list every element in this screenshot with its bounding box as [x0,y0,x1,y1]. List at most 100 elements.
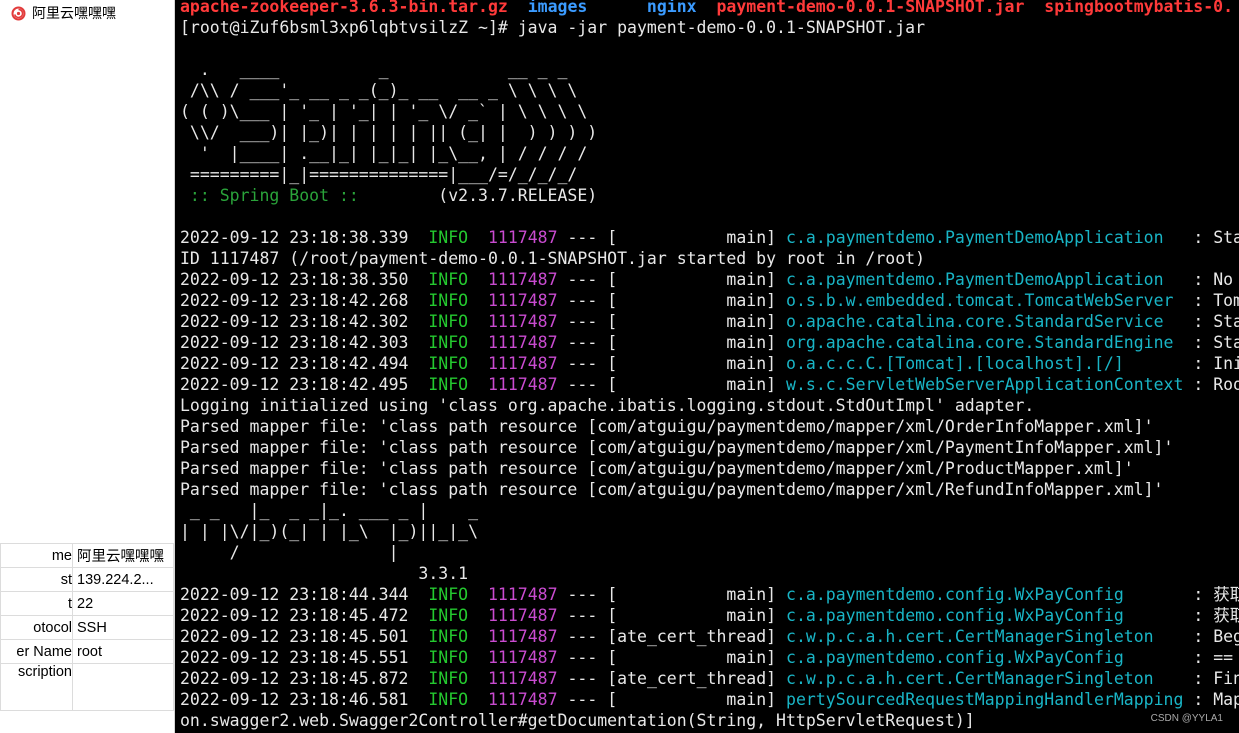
log-line-plain: on.swagger2.web.Swagger2Controller#getDo… [180,711,975,730]
property-value: root [72,639,174,664]
session-item[interactable]: 阿里云嘿嘿嘿 [11,3,116,23]
log-pid: 1117487 [487,627,558,646]
log-line: 2022-09-12 23:18:42.303 INFO 1117487 ---… [180,332,1239,353]
shell-prompt-line: [root@iZuf6bsml3xp6lqbtvsilzZ ~]# java -… [180,18,926,37]
spring-banner-line: . ____ _ __ _ _ [180,60,568,79]
log-thread: [ main] [607,270,777,289]
log-message: : Sta [1183,312,1239,331]
log-separator: --- [557,228,608,247]
spring-boot-version: (v2.3.7.RELEASE) [368,186,598,205]
listing-file: payment-demo-0.0.1-SNAPSHOT.jar [716,0,1025,16]
terminal-pane[interactable]: apache-zookeeper-3.6.3-bin.tar.gz images… [175,0,1239,733]
log-timestamp: 2022-09-12 23:18:45.551 [180,648,409,667]
log-logger: c.a.paymentdemo.PaymentDemoApplication [786,228,1184,247]
log-line: 2022-09-12 23:18:42.302 INFO 1117487 ---… [180,311,1239,332]
log-logger: c.a.paymentdemo.config.WxPayConfig [786,648,1184,667]
spring-banner-line: /\\ / ___'_ __ _ _(_)_ __ __ _ \ \ \ \ [180,81,578,100]
property-key: er Name [16,643,72,660]
log-line: 2022-09-12 23:18:42.495 INFO 1117487 ---… [180,374,1239,395]
mybatis-version-line: 3.3.1 [180,564,469,583]
log-thread: [ main] [607,585,777,604]
log-level: INFO [428,669,469,688]
log-separator: --- [557,669,608,688]
property-value: 阿里云嘿嘿嘿 [72,543,174,568]
log-separator: --- [557,690,608,709]
property-key: scription [18,664,72,681]
log-pid: 1117487 [487,312,558,331]
spring-banner-line: ' |____| .__|_| |_|_| |_\__, | / / / / [180,144,588,163]
log-message: : Sta [1183,228,1239,247]
listing-dir: images [527,0,588,16]
log-message: : Map [1183,690,1239,709]
log-level: INFO [428,354,469,373]
log-separator: --- [557,606,608,625]
log-line: 2022-09-12 23:18:45.551 INFO 1117487 ---… [180,647,1233,668]
property-row: st 139.224.2... [0,567,174,592]
log-pid: 1117487 [487,333,558,352]
log-logger: o.apache.catalina.core.StandardService [786,312,1184,331]
log-pid: 1117487 [487,585,558,604]
spring-boot-label: :: Spring Boot :: [180,186,369,205]
log-level: INFO [428,312,469,331]
spring-banner-line: ( ( )\___ | '_ | '_| | '_ \/ _` | \ \ \ … [180,102,588,121]
property-value: 22 [72,591,174,616]
log-thread: [ate_cert_thread] [607,669,777,688]
log-logger: c.a.paymentdemo.config.WxPayConfig [786,585,1184,604]
log-separator: --- [557,333,608,352]
log-timestamp: 2022-09-12 23:18:42.495 [180,375,409,394]
log-level: INFO [428,690,469,709]
log-level: INFO [428,291,469,310]
log-pid: 1117487 [487,228,558,247]
log-timestamp: 2022-09-12 23:18:42.302 [180,312,409,331]
property-row: t 22 [0,591,174,616]
log-line-plain: Parsed mapper file: 'class path resource… [180,438,1174,457]
session-sidebar: 阿里云嘿嘿嘿 me 阿里云嘿嘿嘿 st 139.224.2... t 22 otoco… [0,0,175,733]
log-thread: [ main] [607,312,777,331]
log-thread: [ main] [607,228,777,247]
listing-file: spingbootmybatis-0. [1044,0,1234,16]
log-line: 2022-09-12 23:18:38.350 INFO 1117487 ---… [180,269,1233,290]
log-level: INFO [428,375,469,394]
log-pid: 1117487 [487,291,558,310]
log-logger: c.a.paymentdemo.config.WxPayConfig [786,606,1184,625]
log-separator: --- [557,291,608,310]
log-pid: 1117487 [487,354,558,373]
log-line: 2022-09-12 23:18:42.268 INFO 1117487 ---… [180,290,1239,311]
log-line-plain: Parsed mapper file: 'class path resource… [180,459,1134,478]
log-separator: --- [557,354,608,373]
log-line: 2022-09-12 23:18:45.472 INFO 1117487 ---… [180,605,1239,626]
log-pid: 1117487 [487,606,558,625]
log-logger: o.s.b.w.embedded.tomcat.TomcatWebServer [786,291,1184,310]
log-thread: [ main] [607,333,777,352]
log-separator: --- [557,585,608,604]
log-message: : Fin [1183,669,1239,688]
mybatis-banner-line: _ _ |_ _ _|_. ___ _ | _ [180,501,479,520]
log-thread: [ main] [607,375,777,394]
session-properties-table: me 阿里云嘿嘿嘿 st 139.224.2... t 22 otocol SSH er… [0,543,174,711]
mybatis-banner-line: | | |\/|_)(_| | |_\ |_)||_|_\ [180,522,479,541]
log-message: : Tom [1183,291,1239,310]
log-message: : 获取 [1193,585,1239,604]
log-line: 2022-09-12 23:18:42.494 INFO 1117487 ---… [180,353,1239,374]
property-row: otocol SSH [0,615,174,640]
log-line: 2022-09-12 23:18:45.501 INFO 1117487 ---… [180,626,1239,647]
ls-listing-line: apache-zookeeper-3.6.3-bin.tar.gz images… [180,0,1233,17]
log-line: 2022-09-12 23:18:46.581 INFO 1117487 ---… [180,689,1239,710]
spring-banner-line: =========|_|==============|___/=/_/_/_/ [180,165,578,184]
log-timestamp: 2022-09-12 23:18:45.472 [180,606,409,625]
log-level: INFO [428,228,469,247]
log-line-plain: Parsed mapper file: 'class path resource… [180,480,1164,499]
log-timestamp: 2022-09-12 23:18:45.501 [180,627,409,646]
log-thread: [ main] [607,606,777,625]
property-key: otocol [33,619,72,636]
log-separator: --- [557,312,608,331]
property-row: er Name root [0,639,174,664]
property-value: SSH [72,615,174,640]
log-level: INFO [428,333,469,352]
log-level: INFO [428,606,469,625]
log-message: : Beg [1183,627,1239,646]
log-level: INFO [428,270,469,289]
property-key: t [67,595,72,612]
log-message: : Ini [1183,354,1239,373]
log-logger: org.apache.catalina.core.StandardEngine [786,333,1184,352]
